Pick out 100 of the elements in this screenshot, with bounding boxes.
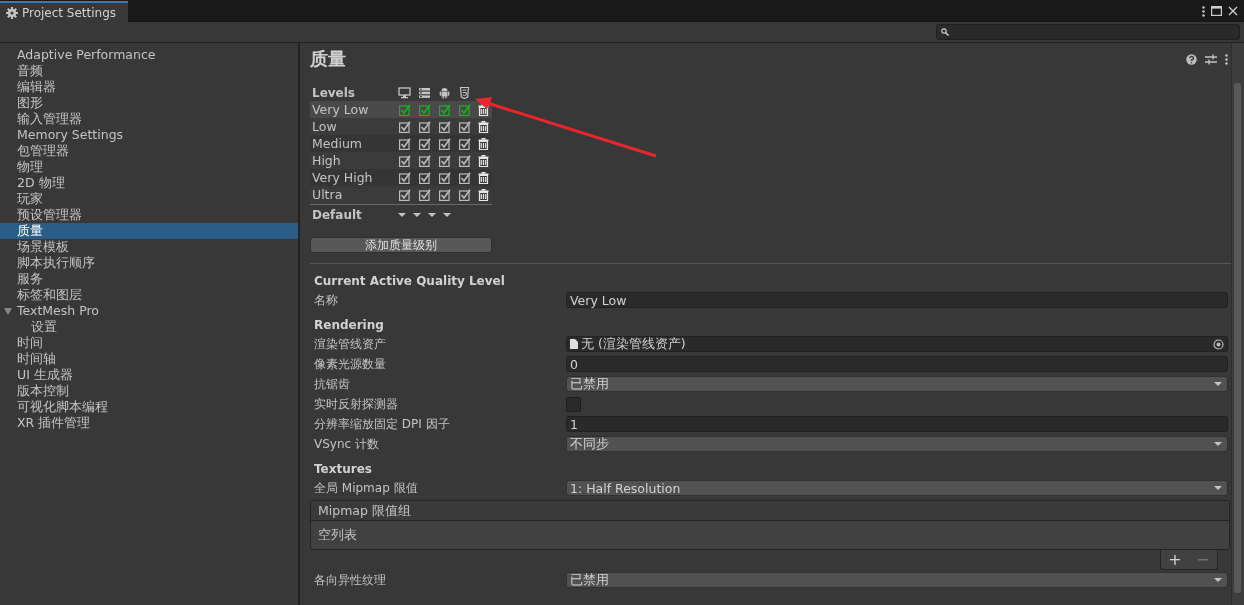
object-field[interactable]: 无 (渲染管线资产) [566,336,1228,352]
sidebar-item[interactable]: 预设管理器 [0,207,298,223]
sidebar-item[interactable]: 2D 物理 [0,175,298,191]
checkbox[interactable] [438,154,451,167]
sidebar-item[interactable]: 输入管理器 [0,111,298,127]
section-heading: Textures [313,461,373,478]
checkbox[interactable] [458,103,471,116]
sidebar-item[interactable]: 编辑器 [0,79,298,95]
add-level-button[interactable]: 添加质量级别 [310,237,492,253]
sidebar-item[interactable]: 设置 [0,319,298,335]
dropdown[interactable]: 已禁用 [566,376,1228,392]
sidebar-item[interactable]: UI 生成器 [0,367,298,383]
checkbox[interactable] [458,188,471,201]
sidebar-item[interactable]: 标签和图层 [0,287,298,303]
field-label: VSync 计数 [314,435,380,453]
trash-icon[interactable] [478,120,489,133]
trash-icon[interactable] [478,137,489,150]
trash-icon[interactable] [478,171,489,184]
checkbox[interactable] [418,120,431,133]
field-label: 分辨率缩放固定 DPI 因子 [314,415,451,433]
checkbox[interactable] [418,154,431,167]
checkbox[interactable] [398,103,411,116]
level-name: Medium [312,136,363,151]
checkbox[interactable] [458,137,471,150]
checkbox[interactable] [438,171,451,184]
default-label: Default [312,208,363,222]
checkbox[interactable] [458,171,471,184]
checkbox[interactable] [438,120,451,133]
sidebar-item[interactable]: XR 插件管理 [0,415,298,431]
shield-icon [458,87,471,99]
scrollbar[interactable] [1231,43,1244,605]
target-icon[interactable] [1213,338,1224,350]
sidebar-item[interactable]: Memory Settings [0,127,298,143]
quality-level-row[interactable]: Ultra [310,186,492,203]
add-button[interactable]: + [1168,551,1182,568]
sidebar-item[interactable]: 时间轴 [0,351,298,367]
sidebar-item[interactable]: 版本控制 [0,383,298,399]
sidebar-item[interactable]: 音频 [0,63,298,79]
field-label: 名称 [314,291,339,309]
text-field[interactable]: Very Low [566,292,1228,308]
checkbox[interactable] [398,137,411,150]
checkbox[interactable] [398,171,411,184]
sliders-icon[interactable] [1205,53,1217,65]
sidebar-item[interactable]: 物理 [0,159,298,175]
android-icon [438,87,451,99]
checkbox[interactable] [438,137,451,150]
text-field[interactable]: 1 [566,416,1228,432]
checkbox[interactable] [418,188,431,201]
dropdown[interactable]: 1: Half Resolution [566,480,1228,496]
checkbox[interactable] [566,396,581,412]
window-tab[interactable]: Project Settings [0,1,128,22]
trash-icon[interactable] [478,154,489,167]
quality-level-row[interactable]: Very High [310,169,492,186]
search-field[interactable] [936,24,1240,40]
kebab-menu-icon[interactable] [1202,5,1205,17]
checkbox[interactable] [418,171,431,184]
checkbox[interactable] [438,188,451,201]
checkbox[interactable] [458,154,471,167]
kebab-menu-icon[interactable] [1225,53,1228,65]
level-name: Low [312,119,338,134]
checkbox[interactable] [458,120,471,133]
page-title: 质量 [310,47,346,71]
quality-level-row[interactable]: High [310,152,492,169]
help-icon[interactable] [1186,53,1197,65]
sidebar-item[interactable]: 可视化脚本编程 [0,399,298,415]
checkbox[interactable] [418,103,431,116]
expanded-triangle-icon[interactable] [4,307,12,315]
field-label: 全局 Mipmap 限值 [314,479,419,497]
sidebar-item[interactable]: 玩家 [0,191,298,207]
sidebar-item[interactable]: 图形 [0,95,298,111]
sidebar-item[interactable]: Adaptive Performance [0,47,298,63]
checkbox[interactable] [398,188,411,201]
sidebar-item[interactable]: TextMesh Pro [0,303,298,319]
monitor-icon [398,87,411,99]
sidebar-item[interactable]: 服务 [0,271,298,287]
trash-icon[interactable] [478,188,489,201]
checkbox[interactable] [418,137,431,150]
document-icon [570,339,578,349]
list-header: Mipmap 限值组 [311,501,1229,521]
sidebar-item[interactable]: 场景模板 [0,239,298,255]
sidebar-item[interactable]: 脚本执行顺序 [0,255,298,271]
dropdown[interactable]: 不同步 [566,436,1228,452]
section-heading: Current Active Quality Level [313,273,506,290]
sidebar-item[interactable]: 质量 [0,223,298,239]
sidebar-item[interactable]: 包管理器 [0,143,298,159]
sidebar-item[interactable]: 时间 [0,335,298,351]
checkbox[interactable] [398,154,411,167]
quality-level-row[interactable]: Very Low [310,101,492,118]
checkbox[interactable] [438,103,451,116]
field-label: 实时反射探测器 [314,395,399,413]
quality-level-row[interactable]: Low [310,118,492,135]
checkbox[interactable] [398,120,411,133]
field-label: 各向异性纹理 [314,571,387,589]
text-field[interactable]: 0 [566,356,1228,372]
close-icon[interactable] [1228,6,1238,16]
dropdown[interactable]: 已禁用 [566,572,1228,588]
quality-level-row[interactable]: Medium [310,135,492,152]
server-icon [418,87,431,99]
level-name: Very Low [312,102,370,117]
maximize-icon[interactable] [1211,6,1222,16]
